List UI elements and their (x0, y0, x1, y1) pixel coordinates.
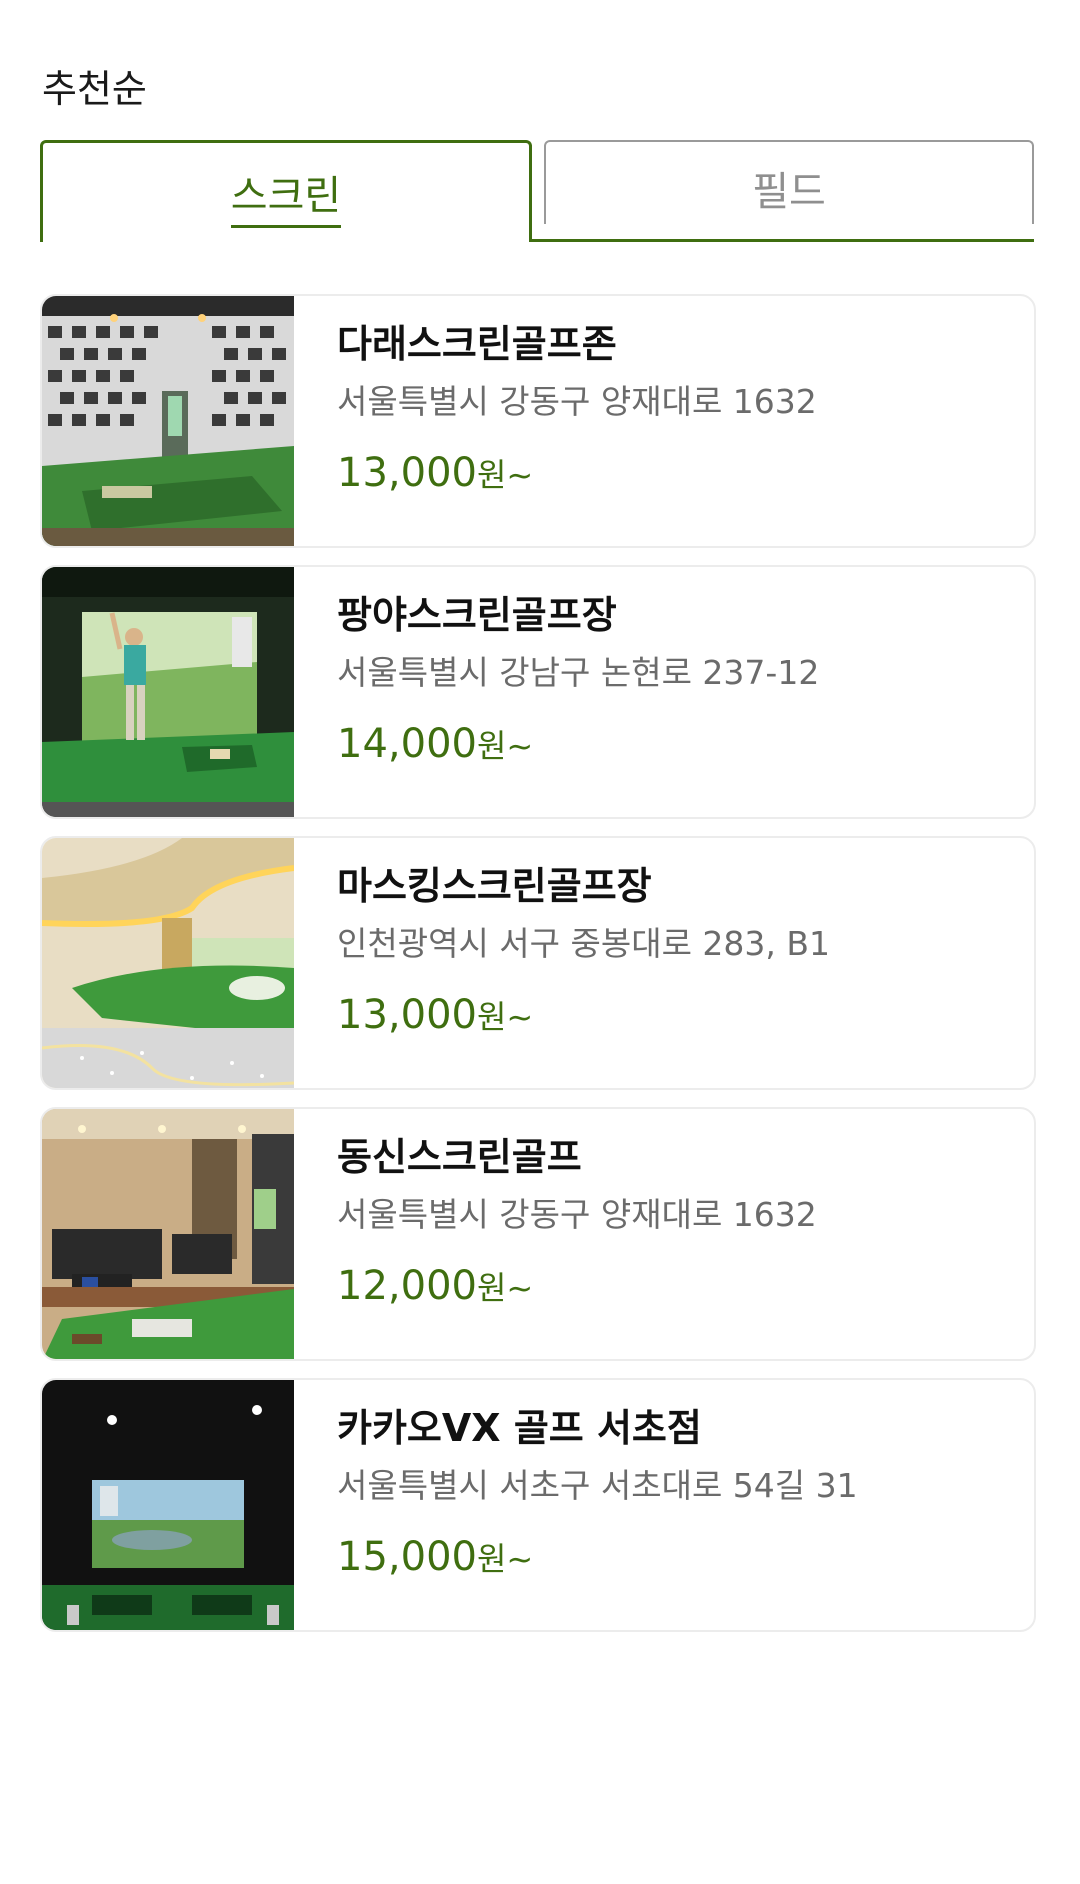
tab-field[interactable]: 필드 (544, 140, 1034, 224)
venue-info: 카카오VX 골프 서초점 서울특별시 서초구 서초대로 54길 31 15,00… (337, 1402, 1014, 1580)
tab-screen[interactable]: 스크린 (40, 140, 532, 242)
venue-name: 다래스크린골프존 (337, 322, 617, 366)
price-value: 15,000 (337, 1534, 477, 1581)
venue-name: 카카오VX 골프 서초점 (337, 1406, 702, 1450)
venue-address: 서울특별시 강남구 논현로 237-12 (337, 653, 820, 693)
venue-name: 마스킹스크린골프장 (337, 864, 652, 908)
venue-card[interactable]: 마스킹스크린골프장 인천광역시 서구 중봉대로 283, B1 13,000원~ (40, 836, 1036, 1090)
price-value: 13,000 (337, 450, 477, 497)
venue-price: 13,000원~ (337, 992, 1014, 1038)
price-unit: 원~ (476, 727, 534, 766)
price-value: 12,000 (337, 1263, 477, 1310)
page: 추천순 스크린 필드 다래스크린골프존 서울특별시 강동구 양재대로 1632 … (0, 0, 1080, 1884)
venue-photo (42, 567, 294, 817)
price-unit: 원~ (476, 456, 534, 495)
price-unit: 원~ (476, 1269, 534, 1308)
sort-selector[interactable]: 추천순 (42, 58, 147, 113)
price-unit: 원~ (476, 1540, 534, 1579)
venue-photo (42, 1380, 294, 1630)
venue-address: 서울특별시 강동구 양재대로 1632 (337, 382, 817, 422)
venue-card[interactable]: 다래스크린골프존 서울특별시 강동구 양재대로 1632 13,000원~ (40, 294, 1036, 548)
venue-address: 인천광역시 서구 중봉대로 283, B1 (337, 924, 831, 964)
venue-card[interactable]: 카카오VX 골프 서초점 서울특별시 서초구 서초대로 54길 31 15,00… (40, 1378, 1036, 1632)
tab-screen-label: 스크린 (230, 163, 342, 228)
venue-photo (42, 1109, 294, 1359)
venue-price: 14,000원~ (337, 721, 1014, 767)
venue-price: 12,000원~ (337, 1263, 1014, 1309)
tab-divider (530, 239, 1034, 242)
venue-price: 15,000원~ (337, 1534, 1014, 1580)
venue-info: 팡야스크린골프장 서울특별시 강남구 논현로 237-12 14,000원~ (337, 589, 1014, 767)
venue-name: 팡야스크린골프장 (337, 593, 617, 637)
venue-info: 마스킹스크린골프장 인천광역시 서구 중봉대로 283, B1 13,000원~ (337, 860, 1014, 1038)
category-tabs: 스크린 필드 (40, 140, 1034, 244)
venue-name: 동신스크린골프 (337, 1135, 582, 1179)
venue-list: 다래스크린골프존 서울특별시 강동구 양재대로 1632 13,000원~ 팡야… (40, 294, 1038, 1649)
price-unit: 원~ (476, 998, 534, 1037)
venue-photo (42, 296, 294, 546)
venue-photo (42, 838, 294, 1088)
venue-info: 다래스크린골프존 서울특별시 강동구 양재대로 1632 13,000원~ (337, 318, 1014, 496)
venue-card[interactable]: 팡야스크린골프장 서울특별시 강남구 논현로 237-12 14,000원~ (40, 565, 1036, 819)
price-value: 13,000 (337, 992, 477, 1039)
venue-address: 서울특별시 서초구 서초대로 54길 31 (337, 1466, 858, 1506)
tab-field-label: 필드 (752, 169, 826, 215)
venue-address: 서울특별시 강동구 양재대로 1632 (337, 1195, 817, 1235)
price-value: 14,000 (337, 721, 477, 768)
venue-price: 13,000원~ (337, 450, 1014, 496)
venue-card[interactable]: 동신스크린골프 서울특별시 강동구 양재대로 1632 12,000원~ (40, 1107, 1036, 1361)
venue-info: 동신스크린골프 서울특별시 강동구 양재대로 1632 12,000원~ (337, 1131, 1014, 1309)
